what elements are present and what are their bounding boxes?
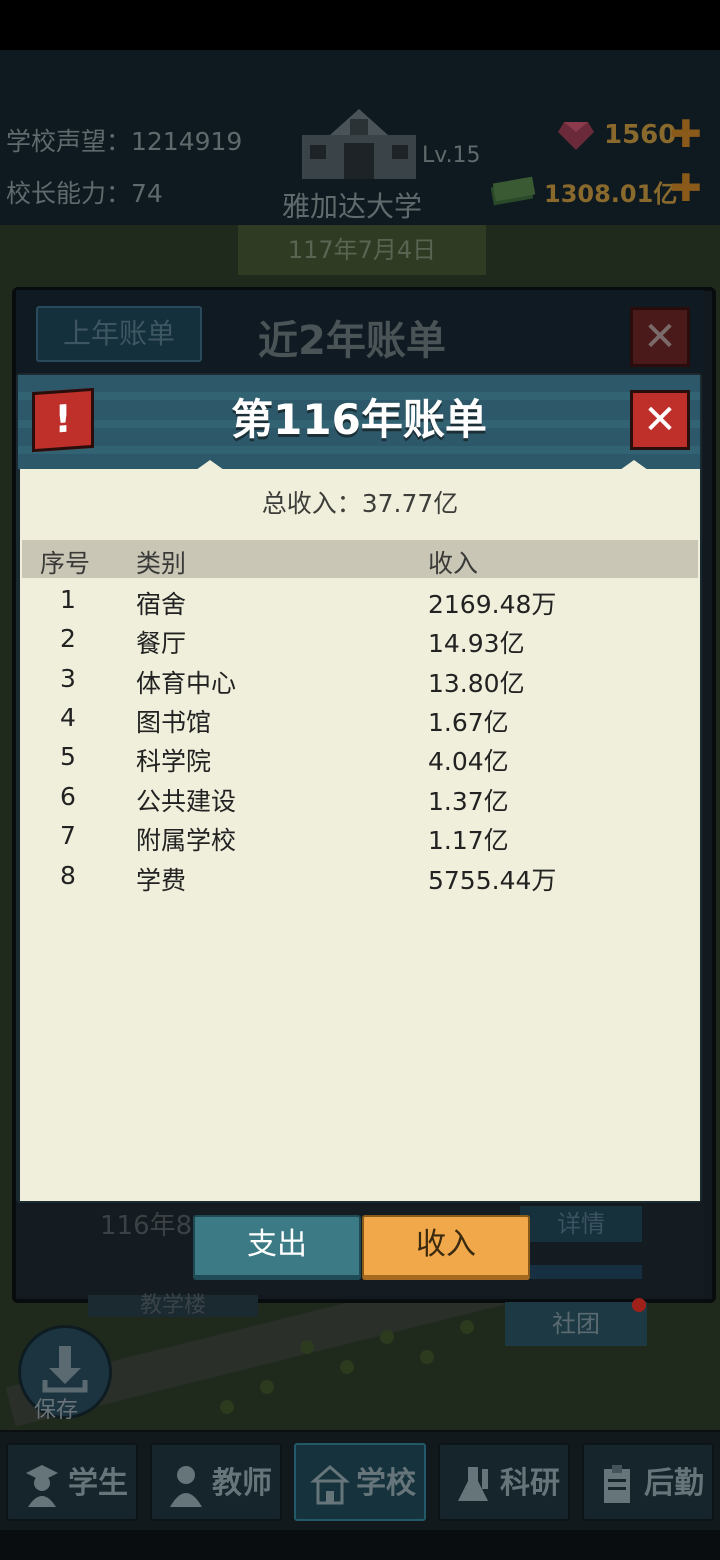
column-header-income: 收入 — [428, 549, 479, 578]
nav-research[interactable]: 科研 — [438, 1443, 570, 1521]
row-income: 1.37亿 — [428, 787, 509, 816]
close-icon: ✕ — [643, 397, 677, 443]
prev-year-bill-button[interactable]: 上年账单 — [36, 306, 202, 362]
header-stripe — [18, 446, 700, 454]
notch — [196, 460, 224, 470]
money-amount: 1308.01亿 — [544, 180, 678, 208]
close-icon: ✕ — [643, 314, 677, 360]
row-income: 4.04亿 — [428, 747, 509, 776]
alert-icon: ! — [32, 387, 94, 453]
tree — [380, 1330, 394, 1344]
outer-dialog-title: 近2年账单 — [258, 318, 446, 364]
notch — [620, 460, 648, 470]
nav-label: 教师 — [212, 1466, 272, 1501]
inner-close-button[interactable]: ✕ — [630, 390, 690, 450]
nav-teachers[interactable]: 教师 — [150, 1443, 282, 1521]
school-level: Lv.15 — [422, 143, 481, 168]
status-bar — [0, 0, 720, 50]
nav-school[interactable]: 学校 — [294, 1443, 426, 1521]
research-icon — [458, 1467, 488, 1501]
row-income: 1.67亿 — [428, 708, 509, 737]
row-no: 1 — [60, 585, 76, 614]
row-category: 公共建设 — [136, 787, 237, 816]
table-header — [22, 540, 698, 578]
row-category: 图书馆 — [136, 708, 212, 737]
tree — [460, 1320, 474, 1334]
outer-close-button[interactable]: ✕ — [630, 307, 690, 367]
table-row: 2 餐厅 14.93亿 — [0, 624, 720, 658]
table-row: 7 附属学校 1.17亿 — [0, 821, 720, 855]
row-category: 科学院 — [136, 747, 212, 776]
row-income: 2169.48万 — [428, 590, 557, 619]
row-no: 5 — [60, 742, 76, 771]
nav-label: 学校 — [356, 1466, 416, 1501]
row-no: 6 — [60, 782, 76, 811]
nav-students[interactable]: 学生 — [6, 1443, 138, 1521]
column-header-category: 类别 — [136, 549, 187, 578]
table-row: 6 公共建设 1.37亿 — [0, 782, 720, 816]
row-no: 7 — [60, 821, 76, 850]
tree — [220, 1400, 234, 1414]
nav-label: 科研 — [500, 1466, 560, 1501]
club-button[interactable]: 社团 — [505, 1302, 647, 1346]
row-no: 4 — [60, 703, 76, 732]
add-money-icon[interactable]: ✚ — [670, 166, 702, 210]
notification-dot — [632, 1298, 646, 1312]
teaching-building-label[interactable]: 教学楼 — [88, 1295, 258, 1317]
row-income: 14.93亿 — [428, 629, 525, 658]
principal-ability-text: 校长能力：74 — [6, 179, 163, 208]
table-row: 3 体育中心 13.80亿 — [0, 664, 720, 698]
add-gem-icon[interactable]: ✚ — [670, 112, 702, 156]
logistics-icon — [604, 1465, 630, 1503]
nav-label: 学生 — [68, 1466, 128, 1501]
table-row: 8 学费 5755.44万 — [0, 861, 720, 895]
row-income: 13.80亿 — [428, 669, 525, 698]
save-label: 保存 — [34, 1398, 79, 1423]
school-building-icon — [302, 109, 416, 179]
row-income: 1.17亿 — [428, 826, 509, 855]
expense-tab[interactable]: 支出 — [193, 1215, 361, 1280]
tree — [420, 1350, 434, 1364]
school-name: 雅加达大学 — [282, 190, 423, 223]
row-income: 5755.44万 — [428, 866, 557, 895]
teacher-icon — [170, 1466, 202, 1507]
table-row: 1 宿舍 2169.48万 — [0, 585, 720, 619]
row-no: 2 — [60, 624, 76, 653]
table-row: 4 图书馆 1.67亿 — [0, 703, 720, 737]
bill-row-year: 116年8 — [100, 1211, 193, 1241]
gem-icon — [558, 122, 594, 150]
tree — [260, 1380, 274, 1394]
row-category: 学费 — [136, 866, 187, 895]
details-button[interactable]: 详情 — [520, 1206, 642, 1242]
column-header-no: 序号 — [40, 549, 91, 578]
total-income: 总收入：37.77亿 — [261, 489, 459, 518]
system-nav-strip — [0, 1530, 720, 1560]
tree — [340, 1360, 354, 1374]
money-icon — [490, 176, 536, 206]
row-no: 8 — [60, 861, 76, 890]
tree — [300, 1340, 314, 1354]
reputation-text: 学校声望：1214919 — [6, 127, 243, 156]
row-category: 体育中心 — [136, 669, 237, 698]
nav-logistics[interactable]: 后勤 — [582, 1443, 714, 1521]
inner-dialog-title: 第116年账单 — [231, 395, 487, 444]
row-category: 附属学校 — [136, 826, 237, 855]
row-category: 餐厅 — [136, 629, 187, 658]
game-date: 117年7月4日 — [238, 225, 486, 275]
table-row: 5 科学院 4.04亿 — [0, 742, 720, 776]
student-icon — [26, 1465, 58, 1507]
gem-count: 1560 — [604, 120, 677, 150]
income-tab[interactable]: 收入 — [362, 1215, 530, 1280]
nav-label: 后勤 — [644, 1466, 704, 1501]
row-no: 3 — [60, 664, 76, 693]
row-category: 宿舍 — [136, 590, 187, 619]
school-icon — [310, 1465, 350, 1505]
